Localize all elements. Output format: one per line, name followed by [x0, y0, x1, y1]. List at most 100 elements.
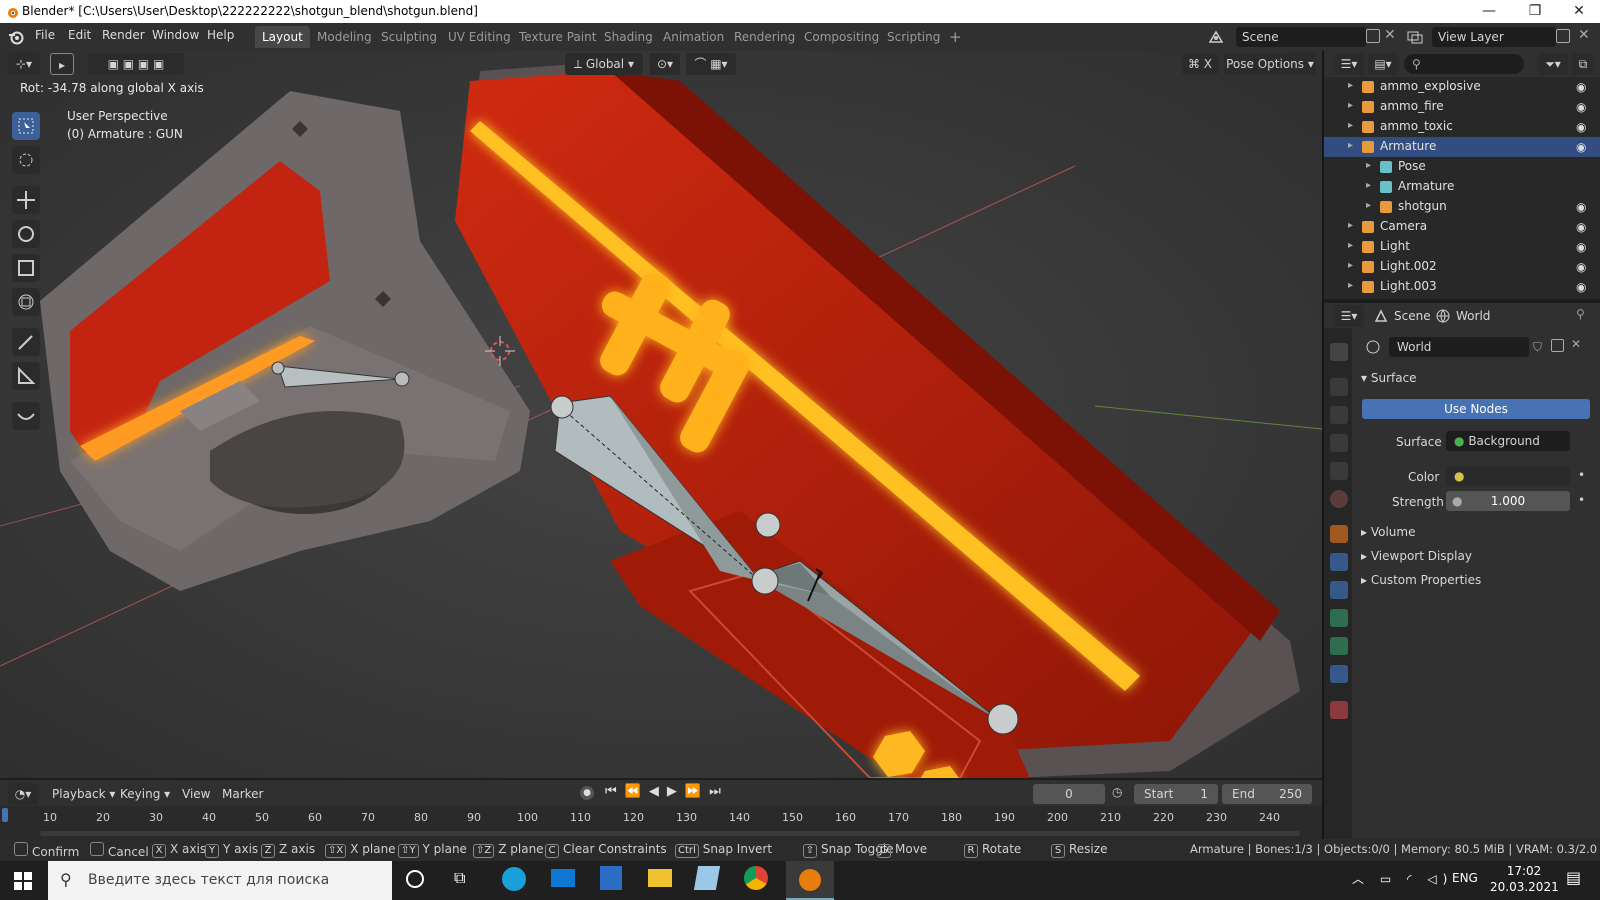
delete-view-layer-icon[interactable]: ✕ [1578, 27, 1590, 43]
tab-rendering[interactable]: Rendering [727, 26, 802, 48]
playhead[interactable] [2, 808, 8, 822]
outliner-row[interactable]: ▸ Light.002 ◉ [1324, 257, 1600, 277]
color-field[interactable]: ● [1446, 466, 1570, 486]
expand-icon[interactable]: ▸ [1348, 120, 1353, 131]
tab-texture-paint[interactable]: Texture Paint [512, 26, 603, 48]
timeline-menu-playback[interactable]: Playback ▾ [52, 787, 115, 801]
close-window-button[interactable]: ✕ [1556, 0, 1600, 23]
new-view-layer-icon[interactable] [1556, 29, 1570, 43]
chrome-icon[interactable] [744, 866, 768, 890]
tab-modeling[interactable]: Modeling [310, 26, 379, 48]
visibility-eye-icon[interactable]: ◉ [1576, 260, 1590, 274]
properties-editor-type-icon[interactable]: ☰▾ [1334, 305, 1364, 327]
selection-mode-buttons[interactable]: ▣ ▣ ▣ ▣ [88, 53, 184, 75]
scene-icon[interactable] [1208, 30, 1224, 44]
playback-controls[interactable]: ⏮⏪◀▶⏩⏭ [605, 784, 729, 799]
tab-animation[interactable]: Animation [656, 26, 731, 48]
outliner-row[interactable]: ▸ Armature [1324, 177, 1600, 197]
surface-shader-field[interactable]: ● Background [1446, 431, 1570, 451]
visibility-eye-icon[interactable]: ◉ [1576, 140, 1590, 154]
display-mode-icon[interactable]: ▤▾ [1368, 53, 1398, 75]
scene-selector[interactable]: Scene [1236, 27, 1366, 47]
timeline-editor-type-icon[interactable]: ◔▾ [8, 783, 38, 805]
expand-icon[interactable]: ▸ [1366, 160, 1371, 171]
unlink-world-icon[interactable]: ✕ [1571, 337, 1581, 351]
filter-icon[interactable]: ⏷▾ [1538, 53, 1568, 75]
outliner-row[interactable]: ▸ Camera ◉ [1324, 217, 1600, 237]
language-indicator[interactable]: ENG [1452, 871, 1478, 885]
pin-icon[interactable]: ⚲ [1576, 307, 1585, 321]
object-data-tab-icon[interactable] [1330, 609, 1348, 627]
tool-cursor-icon[interactable] [12, 146, 40, 174]
view-layer-icon[interactable] [1407, 30, 1423, 44]
editor-type-button[interactable]: ⊹▾ [8, 53, 40, 75]
current-frame-field[interactable]: 0 [1033, 784, 1105, 804]
tool-transform-icon[interactable] [12, 288, 40, 316]
tab-sculpting[interactable]: Sculpting [374, 26, 444, 48]
file-explorer-icon[interactable] [648, 869, 672, 887]
render-tab-icon[interactable] [1330, 378, 1348, 396]
timeline-menu-view[interactable]: View [182, 787, 210, 801]
add-workspace-button[interactable]: + [942, 26, 969, 48]
expand-icon[interactable]: ▸ [1348, 100, 1353, 111]
menu-window[interactable]: Window [152, 28, 199, 42]
color-keyframe-icon[interactable]: • [1578, 468, 1585, 482]
tool-bone-relax-icon[interactable] [12, 402, 40, 430]
notes-app-icon[interactable] [693, 866, 721, 890]
new-collection-icon[interactable]: ⧉ [1572, 53, 1594, 75]
task-view-icon[interactable]: ⧉ [454, 868, 465, 888]
expand-icon[interactable]: ▸ [1348, 220, 1353, 231]
end-frame-field[interactable]: End 250 [1222, 784, 1312, 804]
world-tab-icon[interactable] [1330, 490, 1348, 508]
outliner-search-input[interactable]: ⚲ [1404, 54, 1524, 74]
tool-move-icon[interactable] [12, 186, 40, 214]
outliner-row[interactable]: ▸ Light ◉ [1324, 237, 1600, 257]
world-datablock-icon[interactable] [1365, 339, 1381, 355]
new-scene-icon[interactable] [1366, 29, 1380, 43]
gizmo-toggle-icon[interactable]: ⌘ X [1182, 53, 1218, 75]
timeline-menu-marker[interactable]: Marker [222, 787, 263, 801]
transform-orientation-dropdown[interactable]: ⟂ Global ▾ [565, 53, 643, 75]
outliner-row[interactable]: ▸ Armature ◉ [1324, 137, 1600, 157]
outliner-row[interactable]: ▸ Light.003 ◉ [1324, 277, 1600, 297]
tab-shading[interactable]: Shading [597, 26, 660, 48]
mail-icon[interactable] [551, 869, 575, 887]
menu-help[interactable]: Help [207, 28, 234, 42]
outliner-editor-type-icon[interactable]: ☰▾ [1334, 53, 1364, 75]
modifier-tab-icon[interactable] [1330, 553, 1348, 571]
clock-time[interactable]: 17:02 [1495, 864, 1553, 878]
tab-uv-editing[interactable]: UV Editing [441, 26, 518, 48]
maximize-button[interactable]: ❐ [1512, 0, 1558, 23]
snap-icon[interactable]: ⌒ ▦▾ [686, 53, 736, 75]
delete-scene-icon[interactable]: ✕ [1384, 27, 1396, 43]
tool-measure-icon[interactable] [12, 362, 40, 390]
fake-user-icon[interactable]: ⛉ [1533, 340, 1542, 355]
outliner-row[interactable]: ▸ ammo_fire ◉ [1324, 97, 1600, 117]
outliner-row[interactable]: ▸ shotgun ◉ [1324, 197, 1600, 217]
view-layer-tab-icon[interactable] [1330, 434, 1348, 452]
visibility-eye-icon[interactable]: ◉ [1576, 80, 1590, 94]
windows-start-icon[interactable] [14, 872, 32, 890]
strength-keyframe-icon[interactable]: • [1578, 493, 1585, 507]
object-tab-icon[interactable] [1330, 525, 1348, 543]
clock-date[interactable]: 20.03.2021 [1490, 880, 1559, 894]
preview-range-icon[interactable]: ◷ [1112, 785, 1122, 799]
auto-keying-icon[interactable]: ● [580, 786, 594, 800]
expand-icon[interactable]: ▸ [1366, 200, 1371, 211]
select-mode-icon[interactable]: ▸ [50, 53, 74, 75]
outliner-row[interactable]: ▸ ammo_toxic ◉ [1324, 117, 1600, 137]
menu-file[interactable]: File [35, 28, 55, 42]
cortana-icon[interactable] [406, 870, 424, 888]
visibility-eye-icon[interactable]: ◉ [1576, 240, 1590, 254]
tab-compositing[interactable]: Compositing [797, 26, 886, 48]
edge-browser-icon[interactable] [502, 867, 526, 891]
taskbar-search-box[interactable]: ⚲ Введите здесь текст для поиска [48, 861, 392, 900]
custom-properties-panel-header[interactable]: ▸ Custom Properties [1361, 573, 1481, 587]
tool-select-box-icon[interactable] [12, 112, 40, 140]
system-tray-icons[interactable]: ︿ ▭ ◜ ◁) [1352, 870, 1453, 887]
visibility-eye-icon[interactable]: ◉ [1576, 120, 1590, 134]
pivot-point-icon[interactable]: ⊙▾ [650, 53, 680, 75]
tab-layout[interactable]: Layout [255, 26, 310, 48]
timeline-menu-keying[interactable]: Keying ▾ [120, 787, 170, 801]
viewport-display-panel-header[interactable]: ▸ Viewport Display [1361, 549, 1472, 563]
